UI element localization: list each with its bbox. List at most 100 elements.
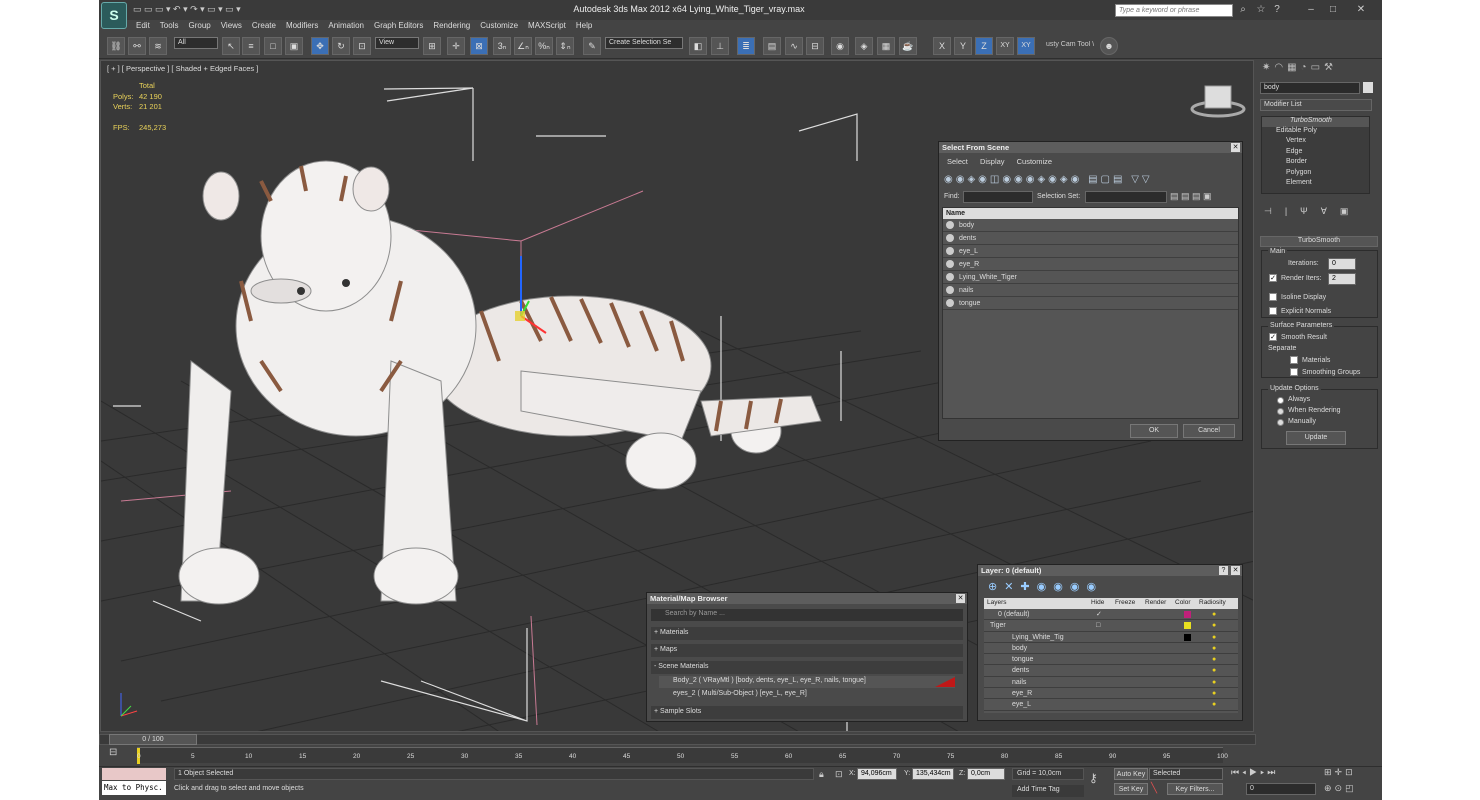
iterations-input[interactable]: 0	[1328, 258, 1356, 270]
material-item-body[interactable]: Body_2 ( VRayMtl ) [body, dents, eye_L, …	[659, 676, 955, 688]
layer-color-swatch[interactable]	[1184, 622, 1191, 630]
menu-graph-editors[interactable]: Graph Editors	[369, 20, 428, 31]
maxscript-input[interactable]: Max to Physc.	[102, 781, 166, 795]
axis-x-button[interactable]: X	[933, 37, 951, 55]
turbosmooth-rollout-header[interactable]: TurboSmooth	[1260, 236, 1378, 247]
menu-maxscript[interactable]: MAXScript	[523, 20, 571, 31]
set-key-button[interactable]: Set Key	[1114, 783, 1148, 795]
ribbon-icon[interactable]: ▤	[763, 37, 781, 55]
binoculars-icon[interactable]: ⌕	[1237, 4, 1249, 16]
modifier-list-select[interactable]: Modifier List	[1260, 99, 1372, 111]
always-radio[interactable]	[1277, 397, 1284, 404]
cam-tool-label[interactable]: usty Cam Tool \	[1046, 41, 1098, 48]
layer-row[interactable]: dents ●	[984, 665, 1238, 677]
select-object-icon[interactable]: ↖	[222, 37, 240, 55]
time-slider-track[interactable]	[99, 734, 1256, 745]
axis-y-button[interactable]: Y	[954, 37, 972, 55]
ref-coord-select[interactable]: View	[375, 37, 419, 49]
selection-set-icons[interactable]: ▤ ▤ ▤ ▣	[1170, 191, 1212, 202]
menu-create[interactable]: Create	[247, 20, 281, 31]
menu-animation[interactable]: Animation	[323, 20, 369, 31]
menu-group[interactable]: Group	[183, 20, 215, 31]
close-icon[interactable]: ✕	[1231, 143, 1240, 152]
layer-row[interactable]: eye_R ●	[984, 688, 1238, 700]
menu-customize[interactable]: Customize	[1017, 157, 1052, 166]
render-iters-input[interactable]: 2	[1328, 273, 1356, 285]
edit-named-sets-icon[interactable]: ✎	[583, 37, 601, 55]
header-layers[interactable]: Layers	[987, 599, 1007, 606]
header-hide[interactable]: Hide	[1091, 599, 1104, 606]
keyboard-shortcut-icon[interactable]: ⊠	[470, 37, 488, 55]
selection-set-select[interactable]	[1085, 191, 1167, 203]
menu-help[interactable]: Help	[571, 20, 597, 31]
link-icon[interactable]: ⛓	[107, 37, 125, 55]
playback-controls-icons[interactable]: ⏮◂▶▸⏭	[1231, 767, 1278, 778]
layer-row[interactable]: tongue ●	[984, 654, 1238, 666]
z-coordinate-input[interactable]: 0,0cm	[967, 768, 1005, 780]
select-manipulate-icon[interactable]: ✛	[447, 37, 465, 55]
bind-spacewarp-icon[interactable]: ≋	[149, 37, 167, 55]
list-item[interactable]: body	[943, 219, 1238, 232]
snap-icon[interactable]: 3ₙ	[493, 37, 511, 55]
stack-item[interactable]: TurboSmooth	[1262, 117, 1369, 127]
header-render[interactable]: Render	[1145, 599, 1166, 606]
minimize-icon[interactable]: –	[1305, 4, 1317, 16]
cancel-button[interactable]: Cancel	[1183, 424, 1235, 438]
material-search-input[interactable]: Search by Name ...	[651, 609, 963, 621]
close-icon[interactable]: ✕	[1355, 4, 1367, 16]
section-maps[interactable]: + Maps	[651, 644, 963, 657]
move-icon[interactable]: ✥	[311, 37, 329, 55]
key-icon[interactable]: ⚷	[1089, 771, 1098, 785]
column-name-header[interactable]: Name	[943, 208, 1238, 219]
named-selection-select[interactable]: Create Selection Se	[605, 37, 683, 49]
list-item[interactable]: dents	[943, 232, 1238, 245]
list-item[interactable]: eye_L	[943, 245, 1238, 258]
stack-item[interactable]: Polygon	[1262, 169, 1369, 180]
rotate-icon[interactable]: ↻	[332, 37, 350, 55]
axis-z-button[interactable]: Z	[975, 37, 993, 55]
key-mode-select[interactable]: Selected	[1149, 768, 1223, 780]
find-input[interactable]	[963, 191, 1033, 203]
section-sample-slots[interactable]: + Sample Slots	[651, 706, 963, 719]
mirror-icon[interactable]: ◧	[689, 37, 707, 55]
header-color[interactable]: Color	[1175, 599, 1191, 606]
render-setup-icon[interactable]: ◈	[855, 37, 873, 55]
curve-editor-mini-icon[interactable]: ⊟	[109, 747, 127, 761]
axis-xy-active-button[interactable]: XY	[1017, 37, 1035, 55]
pivot-center-icon[interactable]: ⊞	[423, 37, 441, 55]
star-icon[interactable]: ☆	[1255, 4, 1267, 16]
stack-tools-icons[interactable]: ⊣|Ψ∀▣	[1264, 206, 1361, 217]
layer-row[interactable]: 0 (default) ✓ ●	[984, 609, 1238, 621]
curve-editor-icon[interactable]: ∿	[785, 37, 803, 55]
key-mode-toggle-icon[interactable]: ╲	[1151, 783, 1157, 794]
rendered-frame-icon[interactable]: ▦	[877, 37, 895, 55]
y-coordinate-input[interactable]: 135,434cm	[912, 768, 954, 780]
layer-manager-icon[interactable]: ≣	[737, 37, 755, 55]
menu-select[interactable]: Select	[947, 157, 968, 166]
tiger-toolbar-icon[interactable]: ☻	[1100, 37, 1118, 55]
ok-button[interactable]: OK	[1130, 424, 1178, 438]
render-icon[interactable]: ☕	[899, 37, 917, 55]
filter-toolbar-icons[interactable]: ◉◉◈◉◫◉◉◉◈◉◈◉ ▤▢▤ ▽▽	[944, 174, 1234, 188]
menu-views[interactable]: Views	[216, 20, 247, 31]
layer-row[interactable]: body ●	[984, 643, 1238, 655]
lock-selection-icon[interactable]: 🔒︎	[819, 769, 824, 780]
stack-item[interactable]: Vertex	[1262, 137, 1369, 148]
time-slider-thumb[interactable]: 0 / 100	[109, 734, 197, 745]
selection-filter-select[interactable]: All	[174, 37, 218, 49]
add-time-tag-button[interactable]: Add Time Tag	[1012, 785, 1084, 797]
materials-checkbox[interactable]	[1290, 356, 1298, 364]
percent-snap-icon[interactable]: %ₙ	[535, 37, 553, 55]
angle-snap-icon[interactable]: ∠ₙ	[514, 37, 532, 55]
explicit-normals-checkbox[interactable]	[1269, 307, 1277, 315]
list-item[interactable]: tongue	[943, 297, 1238, 310]
axis-xy-button[interactable]: XY	[996, 37, 1014, 55]
object-color-swatch[interactable]	[1363, 82, 1373, 93]
layer-toolbar-icons[interactable]: ⊕✕✚◉◉◉◉	[988, 580, 1103, 593]
list-item[interactable]: Lying_White_Tiger	[943, 271, 1238, 284]
unlink-icon[interactable]: ⚯	[128, 37, 146, 55]
menu-tools[interactable]: Tools	[155, 20, 184, 31]
header-radiosity[interactable]: Radiosity	[1199, 599, 1226, 606]
viewport-nav-icons-2[interactable]: ⊕⊙◰	[1324, 783, 1357, 794]
window-crossing-icon[interactable]: ▣	[285, 37, 303, 55]
